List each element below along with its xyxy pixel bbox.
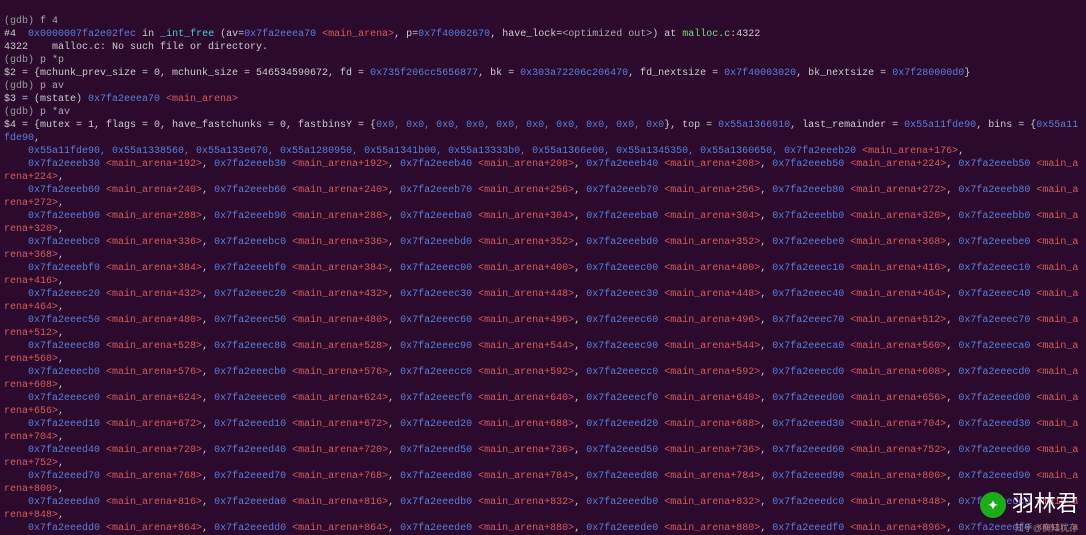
cmd-frame: f 4 — [40, 16, 58, 27]
watermark: ✦ 羽林君 — [980, 490, 1078, 519]
gdb-terminal[interactable]: (gdb) f 4 #4 0x0000007fa2e02fec in _int_… — [0, 0, 1086, 535]
arena-bins-dump: 0x7fa2eeeb30 <main_arena+192>, 0x7fa2eee… — [4, 159, 1078, 535]
var4-line: $4 = {mutex = 1, flags = 0, have_fastchu… — [4, 120, 1078, 535]
wechat-icon: ✦ — [980, 492, 1006, 518]
gdb-prompt: (gdb) — [4, 81, 34, 92]
var2-line: $2 = {mchunk_prev_size = 0, mchunk_size … — [4, 68, 970, 79]
cmd-print-p: p *p — [40, 55, 64, 66]
error-line: 4322 malloc.c: No such file or directory… — [4, 42, 268, 53]
gdb-prompt: (gdb) — [4, 55, 34, 66]
gdb-prompt: (gdb) — [4, 107, 34, 118]
cmd-print-star-av: p *av — [40, 107, 70, 118]
watermark-sub: 知乎@良知犹存 — [1015, 523, 1078, 535]
cmd-print-av: p av — [40, 81, 64, 92]
frame-line: #4 0x0000007fa2e02fec in _int_free (av=0… — [4, 29, 760, 40]
var3-line: $3 = (mstate) 0x7fa2eeea70 <main_arena> — [4, 94, 238, 105]
gdb-prompt: (gdb) — [4, 16, 34, 27]
